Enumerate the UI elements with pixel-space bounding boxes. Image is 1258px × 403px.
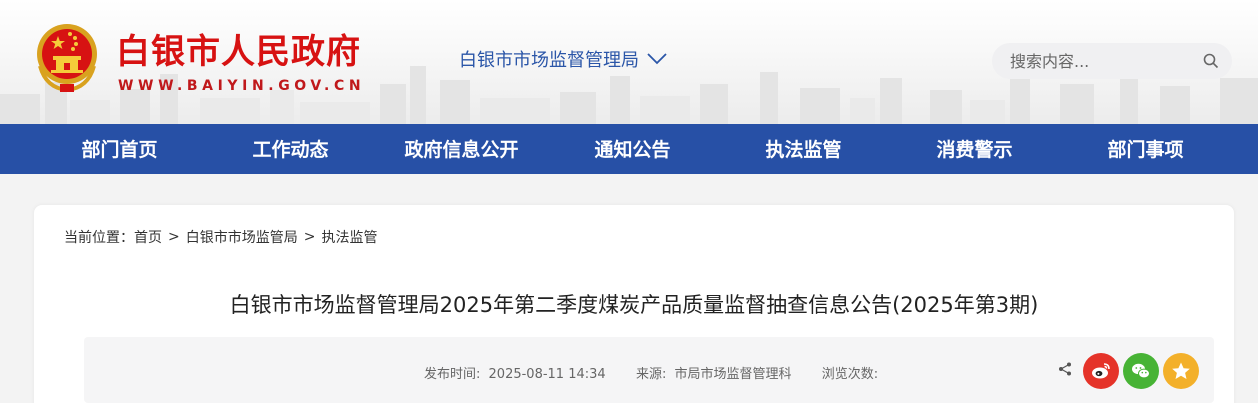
share-icon[interactable] xyxy=(1058,362,1072,376)
share-wechat-button[interactable] xyxy=(1123,353,1159,389)
site-name[interactable]: 白银市人民政府 xyxy=(116,24,361,73)
breadcrumb: 当前位置： 首页 > 白银市市场监管局 > 执法监管 xyxy=(64,227,377,247)
national-emblem-icon xyxy=(37,24,97,93)
breadcrumb-separator: > xyxy=(303,229,316,245)
department-name: 白银市市场监督管理局 xyxy=(459,50,639,71)
share-weibo-button[interactable] xyxy=(1083,353,1119,389)
nav-item-dept-affairs[interactable]: 部门事项 xyxy=(1060,124,1231,174)
department-selector[interactable]: 白银市市场监督管理局 xyxy=(459,46,667,72)
wechat-icon xyxy=(1132,363,1150,379)
site-header: 白银市人民政府 WWW.BAIYIN.GOV.CN 白银市市场监督管理局 xyxy=(0,0,1258,124)
article-meta-bar: 发布时间: 2025-08-11 14:34 来源: 市局市场监督管理科 浏览次… xyxy=(84,337,1214,403)
search-input[interactable] xyxy=(1010,51,1190,71)
nav-item-home[interactable]: 部门首页 xyxy=(34,124,205,174)
favorite-button[interactable] xyxy=(1163,353,1199,389)
search-icon[interactable] xyxy=(1202,52,1220,70)
breadcrumb-separator: > xyxy=(168,229,180,245)
source: 市局市场监督管理科 xyxy=(674,367,792,382)
view-count-label: 浏览次数: xyxy=(821,367,879,382)
weibo-icon xyxy=(1092,363,1110,379)
site-domain: WWW.BAIYIN.GOV.CN xyxy=(118,78,366,94)
chevron-down-icon xyxy=(647,53,667,65)
main-nav: 部门首页 工作动态 政府信息公开 通知公告 执法监管 消费警示 部门事项 xyxy=(0,124,1258,174)
source-label: 来源: xyxy=(635,367,667,382)
article-card: 当前位置： 首页 > 白银市市场监管局 > 执法监管 白银市市场监督管理局202… xyxy=(34,205,1234,403)
article-title: 白银市市场监督管理局2025年第二季度煤炭产品质量监督抽查信息公告(2025年第… xyxy=(229,293,1039,317)
publish-time: 2025-08-11 14:34 xyxy=(488,367,606,382)
nav-item-gov-info[interactable]: 政府信息公开 xyxy=(376,124,547,174)
publish-time-label: 发布时间: xyxy=(424,367,481,382)
breadcrumb-item-department[interactable]: 白银市市场监管局 xyxy=(186,227,298,247)
star-icon xyxy=(1172,362,1190,379)
breadcrumb-prefix: 当前位置： xyxy=(64,230,134,246)
nav-item-notices[interactable]: 通知公告 xyxy=(547,124,718,174)
breadcrumb-item-section[interactable]: 执法监管 xyxy=(321,227,377,247)
nav-item-law-enforcement[interactable]: 执法监管 xyxy=(718,124,889,174)
nav-item-consumer-alerts[interactable]: 消费警示 xyxy=(889,124,1060,174)
article-meta: 发布时间: 2025-08-11 14:34 来源: 市局市场监督管理科 浏览次… xyxy=(424,363,882,382)
nav-item-work-news[interactable]: 工作动态 xyxy=(205,124,376,174)
breadcrumb-item-home[interactable]: 首页 xyxy=(134,227,162,247)
search-box xyxy=(992,43,1232,79)
